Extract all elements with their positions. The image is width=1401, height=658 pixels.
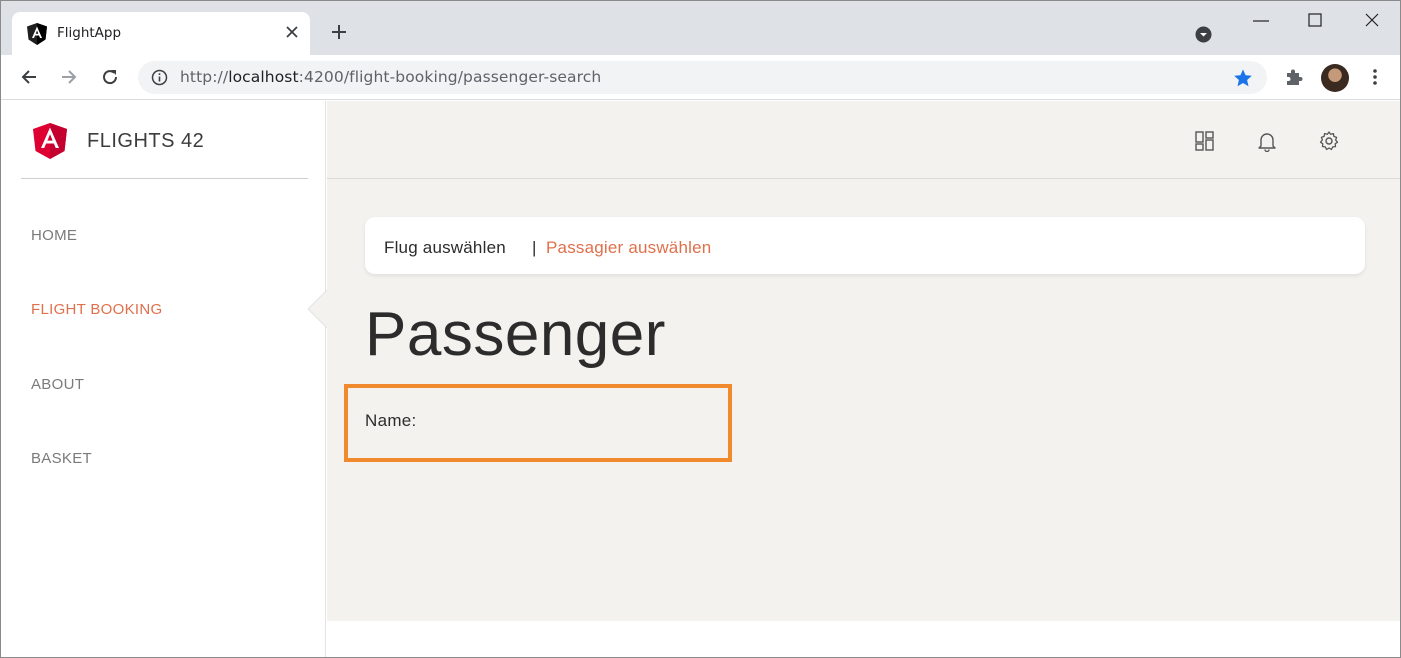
gear-icon[interactable] <box>1318 130 1340 152</box>
more-menu-icon[interactable] <box>1365 67 1385 87</box>
window-close-icon[interactable] <box>1364 12 1380 28</box>
active-nav-indicator <box>308 289 328 329</box>
footer-area <box>327 621 1400 657</box>
sidebar-item-flight-booking[interactable]: FLIGHT BOOKING <box>31 301 162 318</box>
tab-title: FlightApp <box>57 25 122 41</box>
maximize-icon[interactable] <box>1307 12 1323 28</box>
breadcrumb: Flug auswählen | Passagier auswählen <box>365 217 1365 274</box>
tab-search-icon[interactable] <box>1195 26 1212 43</box>
bell-icon[interactable] <box>1256 130 1278 152</box>
top-navbar <box>327 101 1400 179</box>
forward-arrow-icon[interactable] <box>59 67 79 87</box>
angular-favicon-icon <box>27 23 47 45</box>
new-tab-icon[interactable] <box>329 22 349 42</box>
main-content: Flug auswählen | Passagier auswählen Pas… <box>327 101 1400 621</box>
profile-avatar[interactable] <box>1321 64 1349 92</box>
sidebar: FLIGHTS 42 HOME FLIGHT BOOKING ABOUT BAS… <box>1 101 328 657</box>
url-text[interactable]: http://localhost:4200/flight-booking/pas… <box>180 68 601 86</box>
name-label: Name: <box>365 411 417 430</box>
extensions-puzzle-icon[interactable] <box>1284 67 1304 87</box>
breadcrumb-step-select-passenger[interactable]: Passagier auswählen <box>546 238 711 258</box>
tab-strip: FlightApp <box>1 1 1400 55</box>
breadcrumb-step-select-flight[interactable]: Flug auswählen <box>384 238 506 258</box>
breadcrumb-separator: | <box>532 238 537 257</box>
brand-header[interactable]: FLIGHTS 42 <box>21 101 308 179</box>
browser-tab[interactable]: FlightApp <box>12 12 310 55</box>
browser-window: FlightApp http://localhost:4200/flight-b… <box>0 0 1401 658</box>
brand-title: FLIGHTS 42 <box>87 130 205 152</box>
app-root: FLIGHTS 42 HOME FLIGHT BOOKING ABOUT BAS… <box>1 101 1400 657</box>
site-info-icon[interactable] <box>151 69 168 86</box>
angular-logo-icon <box>33 123 67 159</box>
close-tab-icon[interactable] <box>284 24 300 40</box>
sidebar-item-about[interactable]: ABOUT <box>31 376 84 393</box>
reload-icon[interactable] <box>100 67 120 87</box>
page-title: Passenger <box>365 300 666 369</box>
back-arrow-icon[interactable] <box>19 67 39 87</box>
dashboard-icon[interactable] <box>1194 130 1216 152</box>
browser-toolbar: http://localhost:4200/flight-booking/pas… <box>1 55 1400 100</box>
minimize-icon[interactable] <box>1251 13 1271 29</box>
sidebar-item-basket[interactable]: BASKET <box>31 450 92 467</box>
bookmark-star-icon[interactable] <box>1233 68 1253 88</box>
sidebar-item-home[interactable]: HOME <box>31 227 77 244</box>
address-bar[interactable]: http://localhost:4200/flight-booking/pas… <box>138 61 1267 94</box>
